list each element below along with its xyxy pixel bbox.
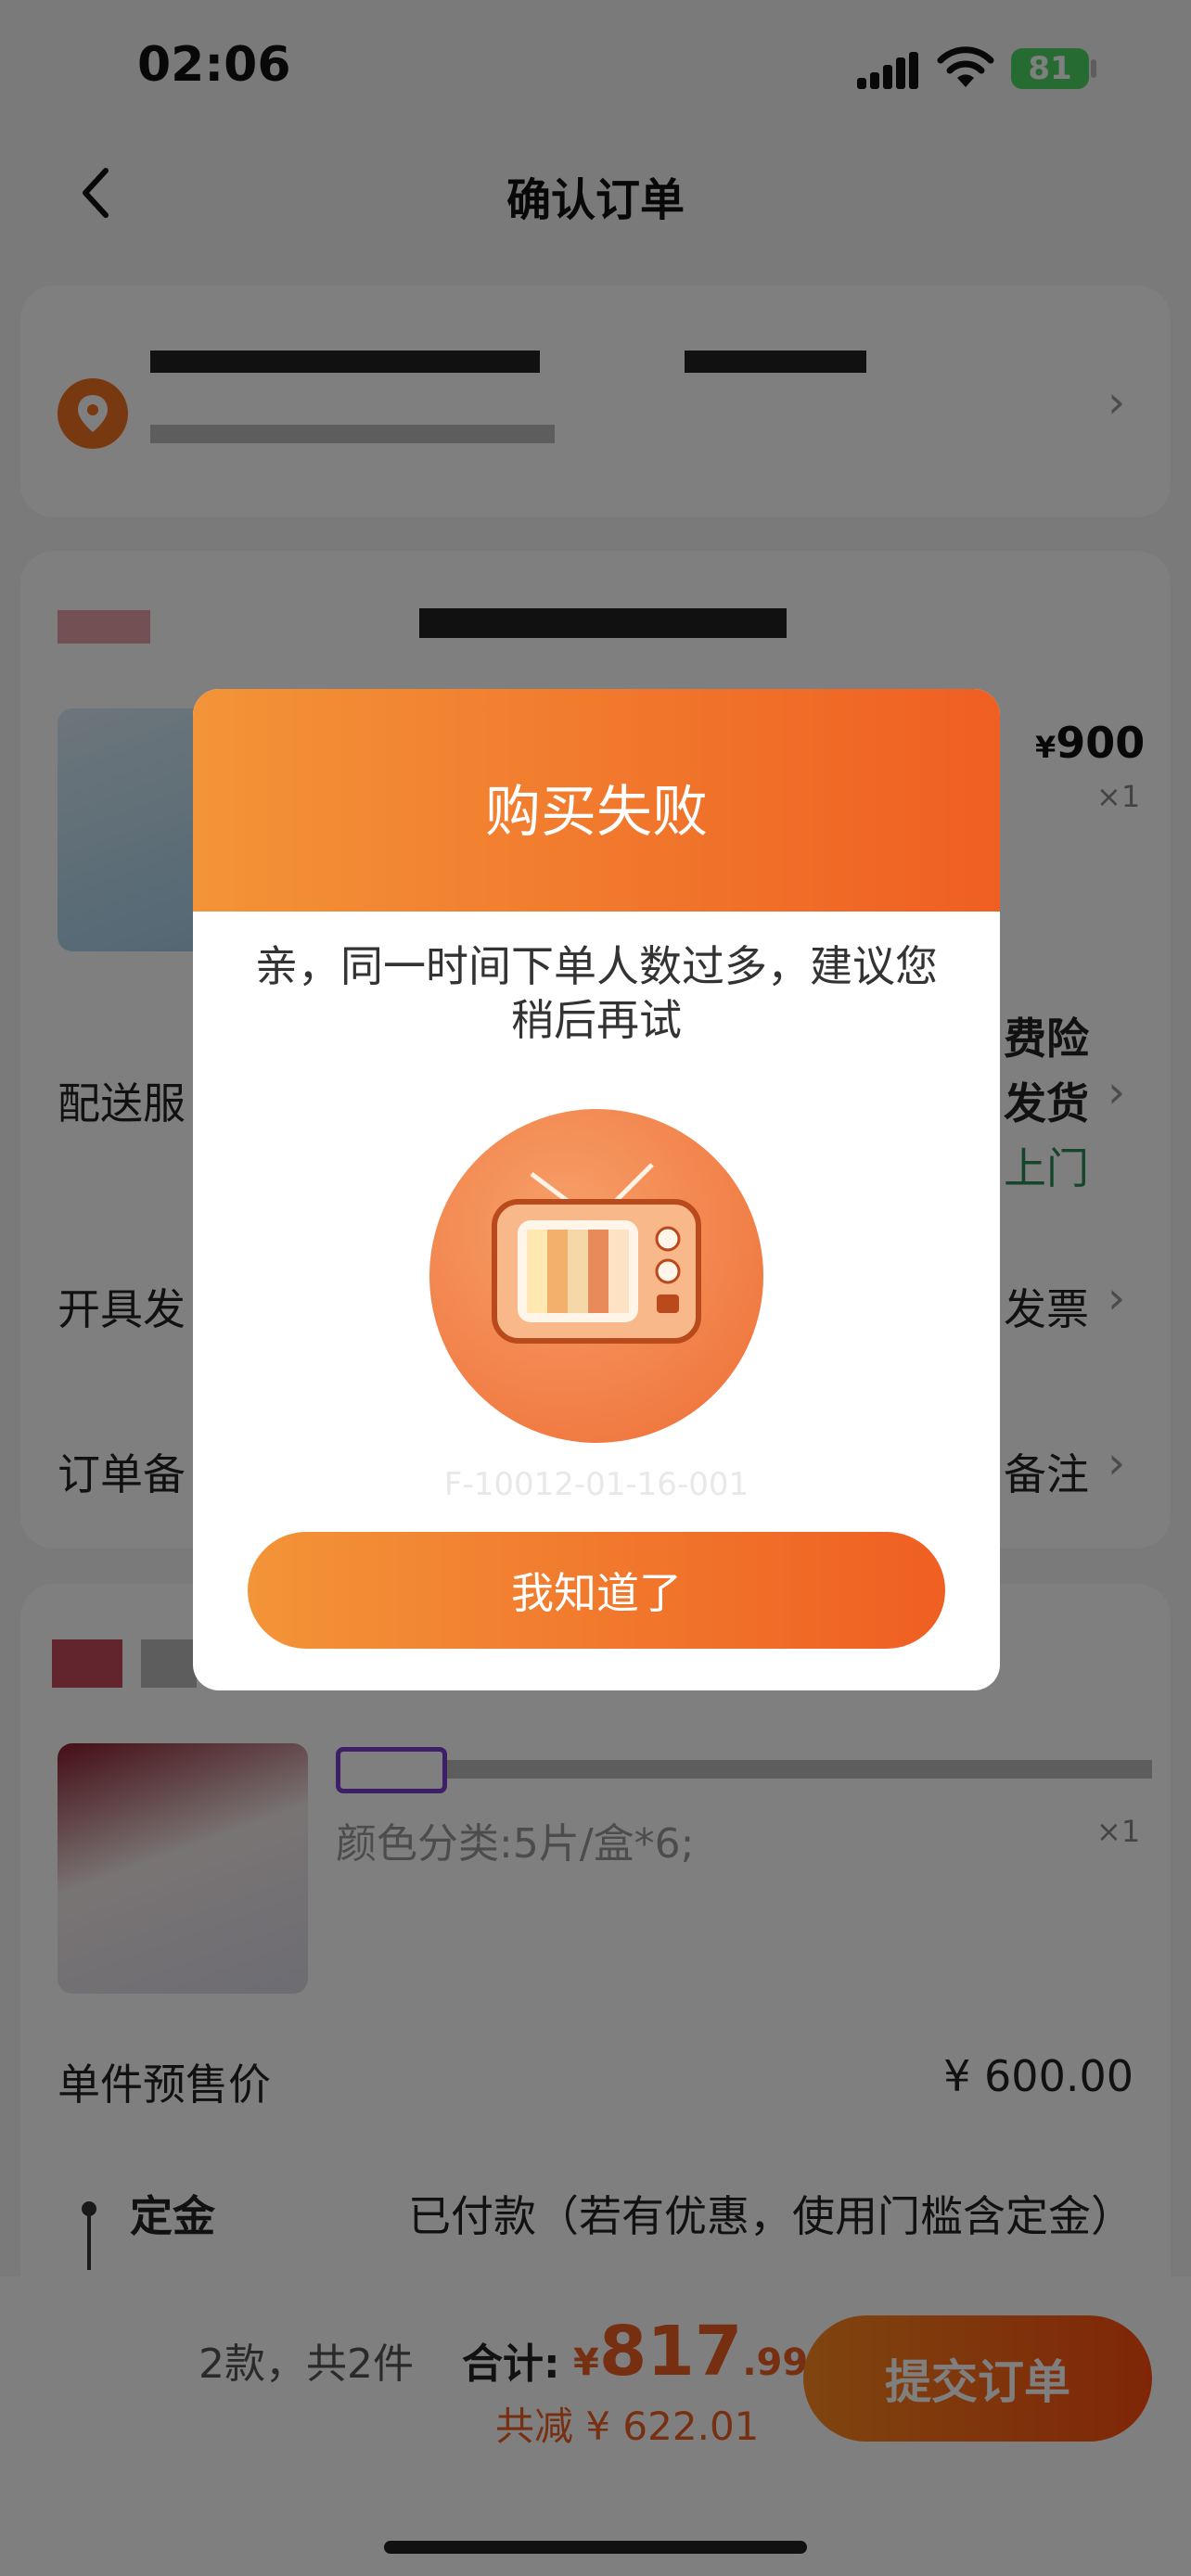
- acknowledge-button[interactable]: 我知道了: [248, 1532, 945, 1649]
- dialog-message: 亲，同一时间下单人数过多，建议您稍后再试: [255, 941, 938, 1045]
- home-indicator[interactable]: [384, 2541, 807, 2554]
- tv-illustration: [429, 1109, 763, 1443]
- dialog-title: 购买失败: [485, 780, 708, 845]
- error-code: F-10012-01-16-001: [443, 1466, 749, 1503]
- tv-icon: [492, 1163, 701, 1344]
- purchase-failed-dialog: 购买失败 亲，同一时间下单人数过多，建议您稍后再试 F-10012-01-16-…: [193, 689, 1000, 1690]
